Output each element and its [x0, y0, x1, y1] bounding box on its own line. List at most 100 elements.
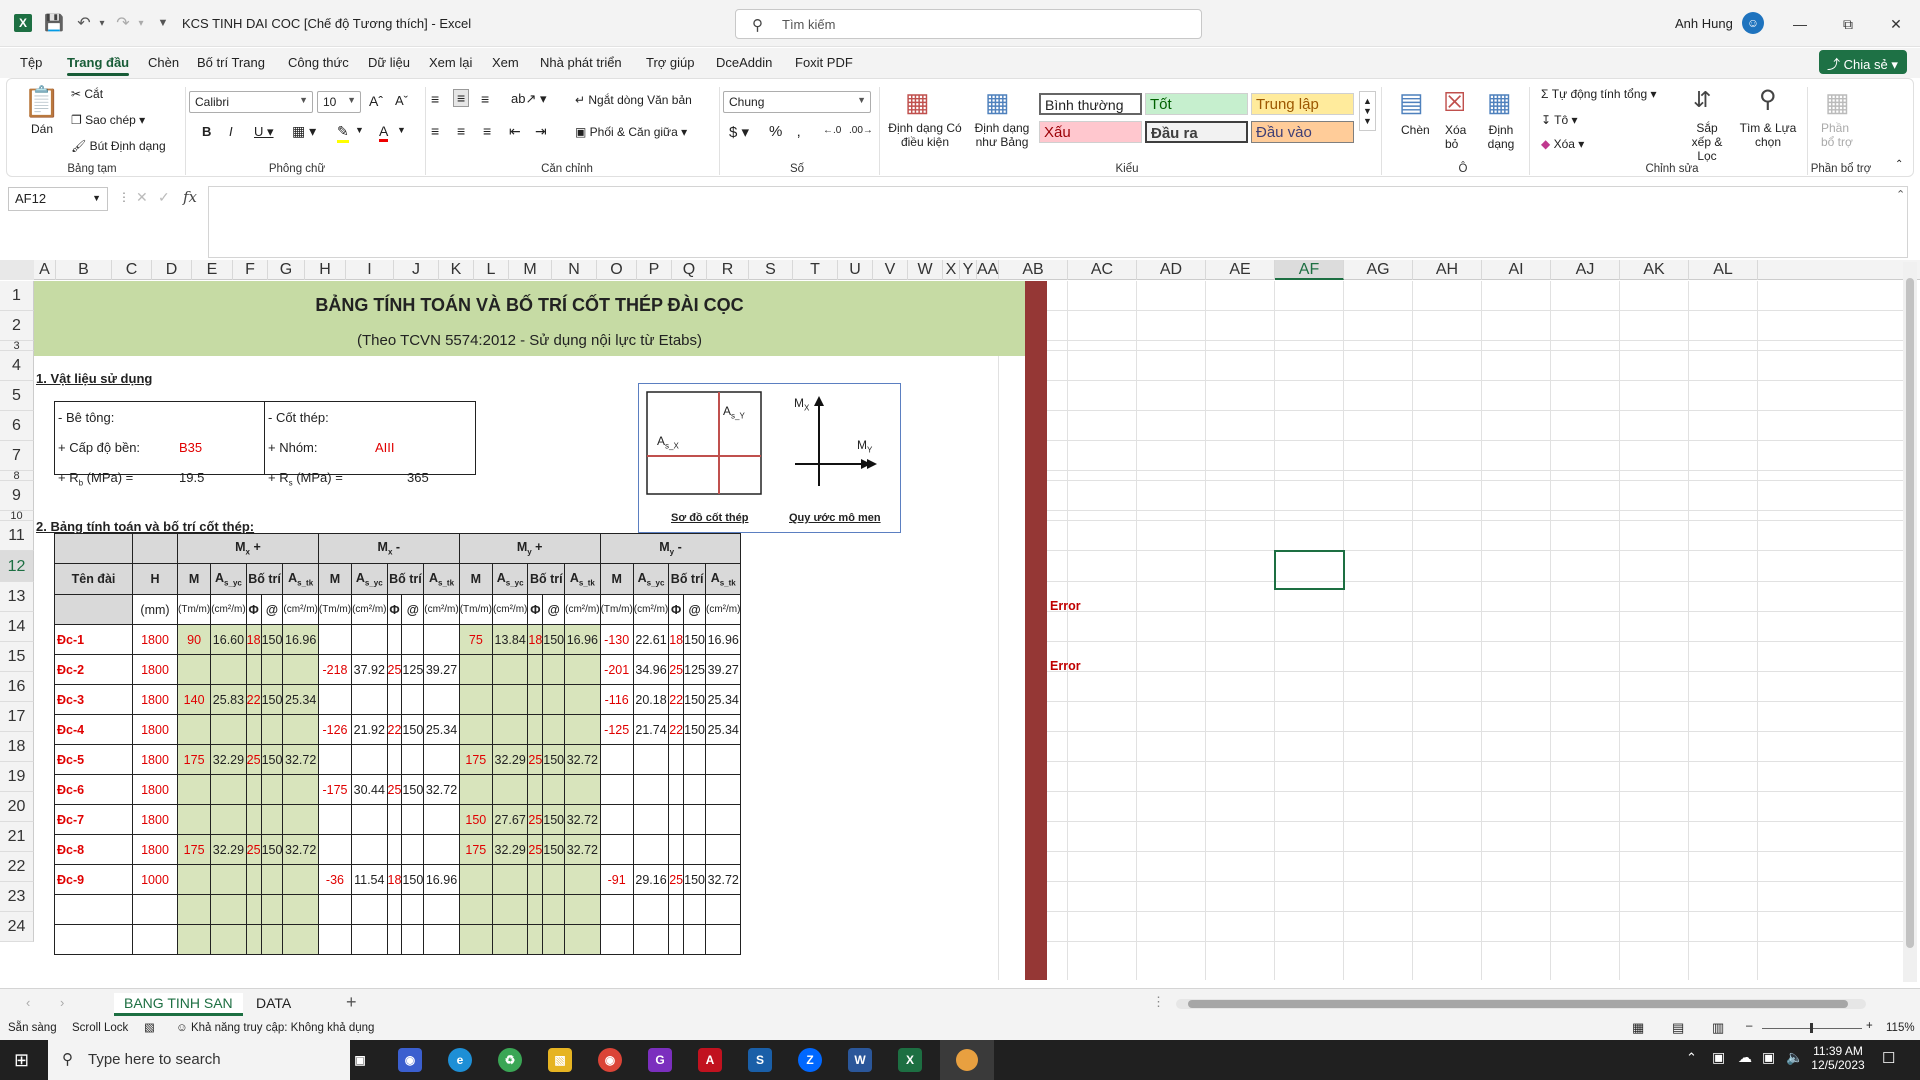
table-cell[interactable]: 32.72: [423, 774, 460, 805]
chevron-down-icon[interactable]: ▼: [355, 125, 364, 135]
pile-cap-name[interactable]: Đc-3: [54, 684, 133, 715]
align-left-icon[interactable]: ≡: [431, 123, 439, 139]
insert-function-icon[interactable]: fx: [183, 188, 197, 206]
paste-button[interactable]: Dán: [31, 122, 53, 136]
header-m[interactable]: M: [176, 563, 212, 595]
column-header-e[interactable]: E: [192, 260, 233, 280]
unit-at[interactable]: @: [401, 594, 425, 625]
increase-decimal-icon[interactable]: ←.0: [823, 125, 841, 136]
header-h[interactable]: H: [132, 563, 178, 595]
table-cell[interactable]: 150: [683, 684, 706, 715]
percent-icon[interactable]: %: [769, 123, 782, 140]
table-cell[interactable]: [386, 834, 403, 865]
header-empty[interactable]: [54, 533, 133, 564]
table-cell[interactable]: 1800: [132, 624, 178, 655]
row-header-24[interactable]: 24: [0, 912, 34, 942]
pdf-app-icon[interactable]: G: [648, 1048, 672, 1072]
style-bad[interactable]: Xấu: [1039, 121, 1142, 143]
row-header-4[interactable]: 4: [0, 351, 34, 381]
word-icon[interactable]: W: [848, 1048, 872, 1072]
table-cell[interactable]: [599, 834, 634, 865]
table-cell[interactable]: 150: [401, 774, 425, 805]
collapse-ribbon-icon[interactable]: ⌃: [1895, 159, 1903, 170]
table-cell[interactable]: [401, 894, 425, 925]
table-cell[interactable]: 32.72: [704, 864, 742, 895]
column-header-u[interactable]: U: [838, 260, 873, 280]
unit-empty[interactable]: [54, 594, 133, 625]
table-cell[interactable]: [401, 924, 425, 955]
tab-formulas[interactable]: Công thức: [288, 55, 349, 70]
table-cell[interactable]: [245, 894, 262, 925]
selected-cell[interactable]: [1274, 550, 1345, 590]
column-header-k[interactable]: K: [439, 260, 474, 280]
fill-color-icon[interactable]: ✎: [337, 123, 349, 143]
autocad-icon[interactable]: A: [698, 1048, 722, 1072]
decrease-indent-icon[interactable]: ⇤: [509, 123, 521, 140]
table-cell[interactable]: [260, 924, 284, 955]
chrome-icon[interactable]: ◉: [598, 1048, 622, 1072]
table-cell[interactable]: [351, 684, 388, 715]
table-cell[interactable]: [704, 744, 742, 775]
table-cell[interactable]: -125: [599, 714, 634, 745]
tray-icon[interactable]: ▣: [1712, 1049, 1725, 1066]
tab-home[interactable]: Trang đầu: [67, 55, 130, 76]
table-cell[interactable]: 150: [458, 804, 493, 835]
table-cell[interactable]: [423, 624, 460, 655]
table-cell[interactable]: 1000: [132, 864, 178, 895]
row-header-15[interactable]: 15: [0, 642, 34, 672]
row-header-1[interactable]: 1: [0, 281, 34, 311]
bold-icon[interactable]: B: [202, 124, 211, 139]
row-header-22[interactable]: 22: [0, 852, 34, 882]
style-good[interactable]: Tốt: [1145, 93, 1248, 115]
search-input[interactable]: ⚲ Tìm kiếm: [735, 9, 1202, 39]
volume-icon[interactable]: 🔈: [1786, 1049, 1803, 1066]
table-cell[interactable]: [599, 894, 634, 925]
table-cell[interactable]: [527, 774, 544, 805]
table-cell[interactable]: 25: [386, 654, 403, 685]
table-cell[interactable]: [176, 924, 212, 955]
row-header-11[interactable]: 11: [0, 521, 34, 551]
header-m[interactable]: M: [599, 563, 634, 595]
table-cell[interactable]: 25: [668, 864, 685, 895]
header-layout[interactable]: Bố trí: [245, 563, 284, 595]
styles-more-icon[interactable]: ▲ ▼ ▼: [1359, 91, 1376, 131]
autosum-button[interactable]: Σ Tự động tính tổng ▾: [1541, 87, 1657, 101]
table-cell[interactable]: [245, 714, 262, 745]
table-cell[interactable]: 25: [386, 774, 403, 805]
table-cell[interactable]: [210, 774, 247, 805]
header-astk[interactable]: As_tk: [704, 563, 742, 595]
add-sheet-icon[interactable]: +: [346, 992, 357, 1013]
table-cell[interactable]: 25.83: [210, 684, 247, 715]
table-cell[interactable]: 1800: [132, 654, 178, 685]
cancel-icon[interactable]: ✕: [136, 189, 148, 206]
table-cell[interactable]: 22: [245, 684, 262, 715]
table-cell[interactable]: 16.96: [564, 624, 601, 655]
currency-icon[interactable]: $ ▾: [729, 123, 749, 141]
table-cell[interactable]: [401, 624, 425, 655]
table-cell[interactable]: 175: [458, 744, 493, 775]
table-cell[interactable]: 16.96: [704, 624, 742, 655]
pile-cap-name[interactable]: Đc-4: [54, 714, 133, 745]
table-cell[interactable]: [564, 894, 601, 925]
table-cell[interactable]: 21.74: [632, 714, 670, 745]
table-cell[interactable]: 32.72: [564, 744, 601, 775]
pile-cap-name[interactable]: [54, 894, 133, 925]
table-cell[interactable]: 37.92: [351, 654, 388, 685]
conditional-format-icon[interactable]: ▦: [905, 87, 930, 118]
table-cell[interactable]: 16.60: [210, 624, 247, 655]
table-cell[interactable]: 1800: [132, 834, 178, 865]
table-cell[interactable]: [632, 924, 670, 955]
table-cell[interactable]: 30.44: [351, 774, 388, 805]
table-cell[interactable]: -218: [317, 654, 353, 685]
table-cell[interactable]: [704, 804, 742, 835]
table-cell[interactable]: [491, 684, 529, 715]
header-group[interactable]: My +: [458, 533, 601, 564]
table-cell[interactable]: [668, 894, 685, 925]
table-cell[interactable]: [458, 774, 493, 805]
table-cell[interactable]: [386, 624, 403, 655]
column-header-m[interactable]: M: [509, 260, 552, 280]
column-header-x[interactable]: X: [943, 260, 960, 280]
zoom-in-icon[interactable]: +: [1866, 1020, 1873, 1032]
column-header-j[interactable]: J: [394, 260, 439, 280]
edge-icon[interactable]: e: [448, 1048, 472, 1072]
